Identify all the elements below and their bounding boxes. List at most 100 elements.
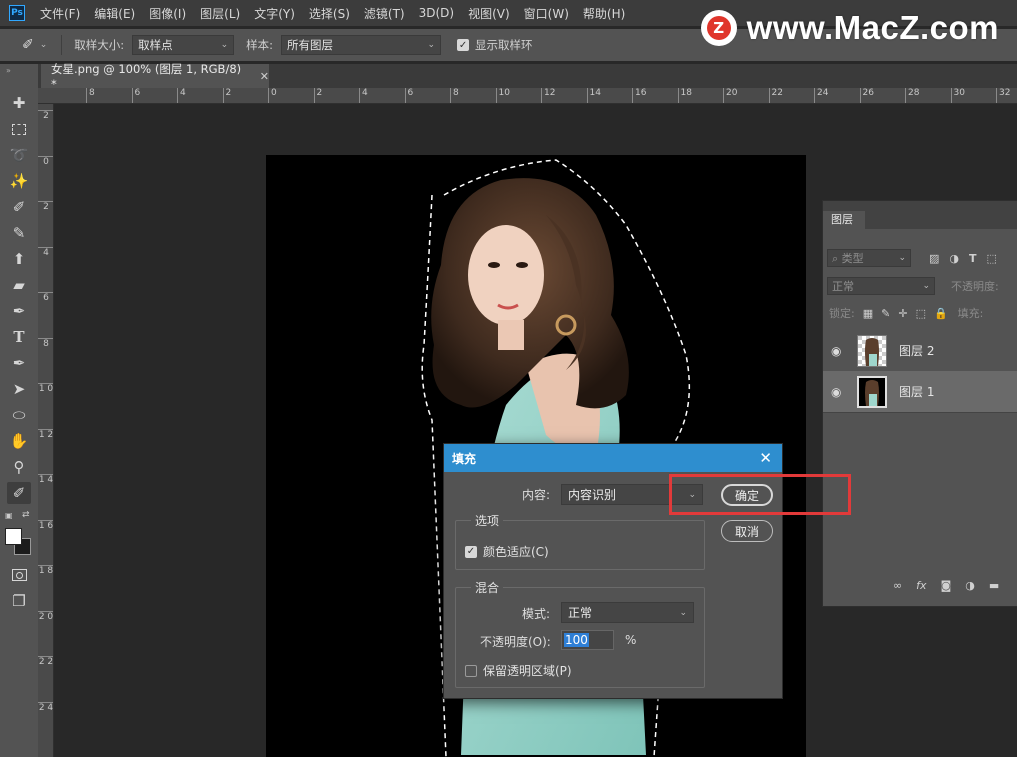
pen-tool-icon[interactable]: ✒ (7, 300, 31, 322)
ruler-tick-label: 1 8 (38, 565, 54, 576)
visibility-eye-icon[interactable]: ◉ (831, 385, 847, 399)
layers-panel: 图层 ⌕ 类型 ⌄ ▨ ◑ T ⬚ 正常 ⌄ 不透明度: 锁定: ▦ ✎ ✛ ⬚ 🔒… (822, 200, 1017, 607)
menu-edit[interactable]: 编辑(E) (87, 5, 142, 22)
document-tab[interactable]: 女星.png @ 100% (图层 1, RGB/8) * ✕ (41, 62, 269, 91)
path-tool-icon[interactable]: ✒ (7, 352, 31, 374)
ruler-tick-label: 26 (859, 88, 874, 103)
menu-view[interactable]: 视图(V) (461, 5, 517, 22)
lock-artboard-icon[interactable]: ⬚ (916, 307, 926, 320)
panel-collapse-icon[interactable]: » (6, 66, 11, 75)
tab-layers[interactable]: 图层 (823, 211, 865, 229)
menu-image[interactable]: 图像(I) (142, 5, 193, 22)
ruler-tick-label: 6 (404, 88, 413, 103)
ruler-tick-label: 8 (38, 337, 53, 349)
eraser-tool-icon[interactable]: ▰ (7, 274, 31, 296)
mode-dropdown[interactable]: 正常 ⌄ (561, 602, 694, 623)
hand-tool-icon[interactable]: ✋ (7, 430, 31, 452)
selection-arrow-tool-icon[interactable]: ➤ (7, 378, 31, 400)
quick-mask-icon[interactable] (7, 564, 31, 586)
new-group-icon[interactable]: ▬ (989, 579, 999, 592)
preserve-transparency-checkbox[interactable] (465, 664, 477, 677)
preserve-transparency-option[interactable]: 保留透明区域(P) (465, 662, 572, 679)
ruler-tick-label: 0 (38, 155, 53, 167)
fill-label: 填充: (957, 307, 984, 320)
lasso-tool-icon[interactable]: ➰ (7, 144, 31, 166)
color-adapt-checkbox[interactable]: ✓ (465, 545, 477, 558)
opacity-input[interactable]: 100 (561, 630, 614, 650)
ruler-tick-label: 2 (38, 201, 53, 212)
preserve-transparency-label: 保留透明区域(P) (483, 664, 572, 678)
visibility-eye-icon[interactable]: ◉ (831, 344, 847, 358)
adjustment-layer-icon[interactable]: ◑ (965, 579, 975, 592)
ruler-tick-label: 4 (177, 88, 186, 103)
add-mask-icon[interactable]: ◙ (941, 579, 952, 592)
close-icon[interactable]: ✕ (759, 449, 772, 467)
ruler-tick-label: 1 0 (38, 383, 54, 394)
ruler-tick-label: 18 (677, 88, 692, 103)
ruler-tick-label: 1 4 (38, 474, 54, 485)
layer-filter-dropdown[interactable]: ⌕ 类型 ⌄ (827, 249, 911, 267)
layer-row-selected[interactable]: ◉ 图层 1 (823, 371, 1017, 413)
ellipse-tool-icon[interactable]: ⬭ (7, 404, 31, 426)
tool-preset-chevron-icon[interactable]: ⌄ (40, 40, 48, 50)
magic-wand-tool-icon[interactable]: ✨ (7, 170, 31, 192)
ruler-tick-label: 2 (313, 88, 322, 103)
color-adapt-option[interactable]: ✓ 颜色适应(C) (465, 543, 549, 560)
menu-help[interactable]: 帮助(H) (576, 5, 632, 22)
image-filter-icon[interactable]: ▨ (929, 252, 939, 265)
blend-mode-dropdown[interactable]: 正常 ⌄ (827, 277, 935, 295)
eyedropper-tool-icon[interactable]: ✐ (7, 482, 31, 504)
zoom-tool-icon[interactable]: ⚲ (7, 456, 31, 478)
chevron-down-icon: ⌄ (898, 253, 906, 263)
sample-size-label: 取样大小: (74, 38, 125, 52)
screen-mode-icon[interactable]: ❐ (7, 590, 31, 612)
lock-paint-icon[interactable]: ✎ (881, 307, 890, 320)
ruler-tick-label: 1 2 (38, 428, 54, 440)
ruler-tick-label: 6 (38, 292, 53, 303)
dialog-title: 填充 (452, 451, 477, 466)
shape-filter-icon[interactable]: ⬚ (987, 252, 997, 265)
close-icon[interactable]: ✕ (260, 70, 269, 83)
cancel-button[interactable]: 取消 (721, 520, 773, 542)
stamp-tool-icon[interactable]: ⬆ (7, 248, 31, 270)
swap-colors-icon[interactable]: ⇄ (22, 510, 30, 520)
lock-position-icon[interactable]: ✛ (898, 307, 907, 320)
adjustment-filter-icon[interactable]: ◑ (949, 252, 959, 265)
layer-name: 图层 1 (899, 385, 935, 399)
link-layers-icon[interactable]: ∞ (893, 579, 902, 592)
menu-type[interactable]: 文字(Y) (247, 5, 302, 22)
type-filter-icon[interactable]: T (969, 252, 977, 265)
eyedropper-icon[interactable]: ✐ (22, 37, 34, 53)
menu-file[interactable]: 文件(F) (33, 5, 87, 22)
menu-layer[interactable]: 图层(L) (193, 5, 247, 22)
sample-dropdown[interactable]: 所有图层 ⌄ (281, 35, 442, 55)
watermark: Z www.MacZ.com (700, 8, 999, 48)
watermark-text: www.MacZ.com (746, 9, 999, 46)
ruler-tick-label: 30 (950, 88, 965, 103)
menu-filter[interactable]: 滤镜(T) (357, 5, 412, 22)
layers-panel-tab-row: 图层 (823, 201, 1017, 229)
chevron-down-icon: ⌄ (922, 281, 930, 291)
default-colors-icon[interactable]: ▣ (5, 511, 13, 520)
show-ring-checkbox[interactable]: ✓ (457, 39, 470, 51)
chevron-down-icon: ⌄ (220, 40, 229, 50)
menu-window[interactable]: 窗口(W) (517, 5, 576, 22)
lock-all-icon[interactable]: 🔒 (934, 307, 948, 320)
dialog-title-bar: 填充 ✕ (444, 444, 782, 472)
fx-icon[interactable]: fx (916, 579, 926, 592)
move-tool-icon[interactable]: ✚ (7, 92, 31, 114)
brush-tool-icon[interactable]: ✎ (7, 222, 31, 244)
ruler-tick-label: 8 (86, 88, 95, 103)
type-tool-icon[interactable]: T (7, 326, 31, 348)
marquee-tool-icon[interactable] (7, 118, 31, 140)
layer-row[interactable]: ◉ 图层 2 (823, 330, 1017, 372)
sample-size-dropdown[interactable]: 取样点 ⌄ (132, 35, 235, 55)
blend-mode-row: 正常 ⌄ 不透明度: (823, 277, 1017, 295)
foreground-color-swatch[interactable] (5, 528, 22, 545)
ruler-tick-label: 24 (814, 88, 828, 103)
crop-tool-icon[interactable]: ✐ (7, 196, 31, 218)
ruler-tick-label: 4 (359, 88, 368, 103)
menu-select[interactable]: 选择(S) (302, 5, 357, 22)
menu-3d[interactable]: 3D(D) (412, 6, 461, 20)
lock-transparent-icon[interactable]: ▦ (863, 307, 873, 320)
